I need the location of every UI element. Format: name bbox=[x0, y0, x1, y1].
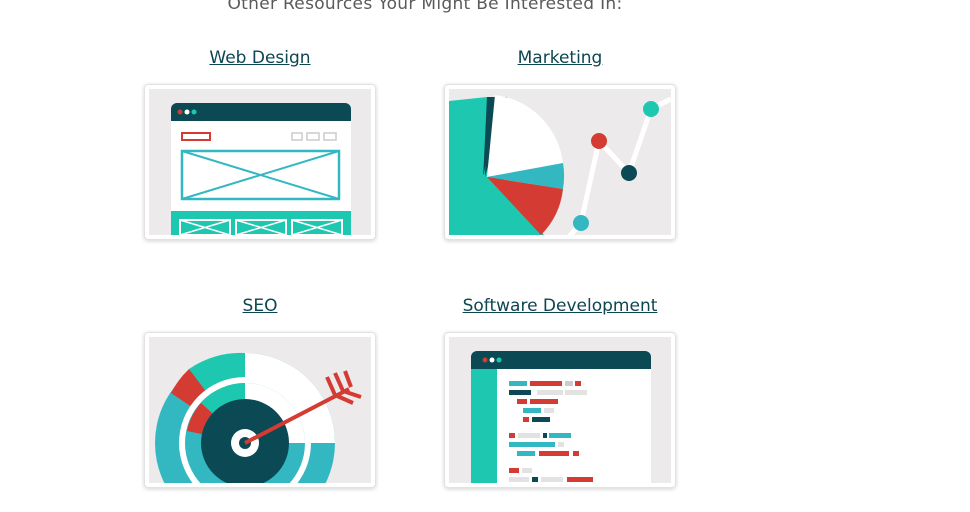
seo-target-illustration bbox=[149, 337, 371, 483]
web-design-link[interactable]: Web Design bbox=[140, 48, 380, 68]
code-editor-illustration bbox=[449, 337, 671, 483]
marketing-link[interactable]: Marketing bbox=[440, 48, 680, 68]
software-development-link[interactable]: Software Development bbox=[440, 296, 680, 316]
software-development-thumbnail[interactable] bbox=[444, 332, 676, 488]
seo-thumbnail[interactable] bbox=[144, 332, 376, 488]
section-heading: Other Resources Your Might Be Interested… bbox=[227, 0, 623, 14]
web-design-illustration bbox=[149, 89, 371, 235]
web-design-thumbnail[interactable] bbox=[144, 84, 376, 240]
marketing-thumbnail[interactable] bbox=[444, 84, 676, 240]
seo-link[interactable]: SEO bbox=[140, 296, 380, 316]
marketing-chart-illustration bbox=[449, 89, 671, 235]
